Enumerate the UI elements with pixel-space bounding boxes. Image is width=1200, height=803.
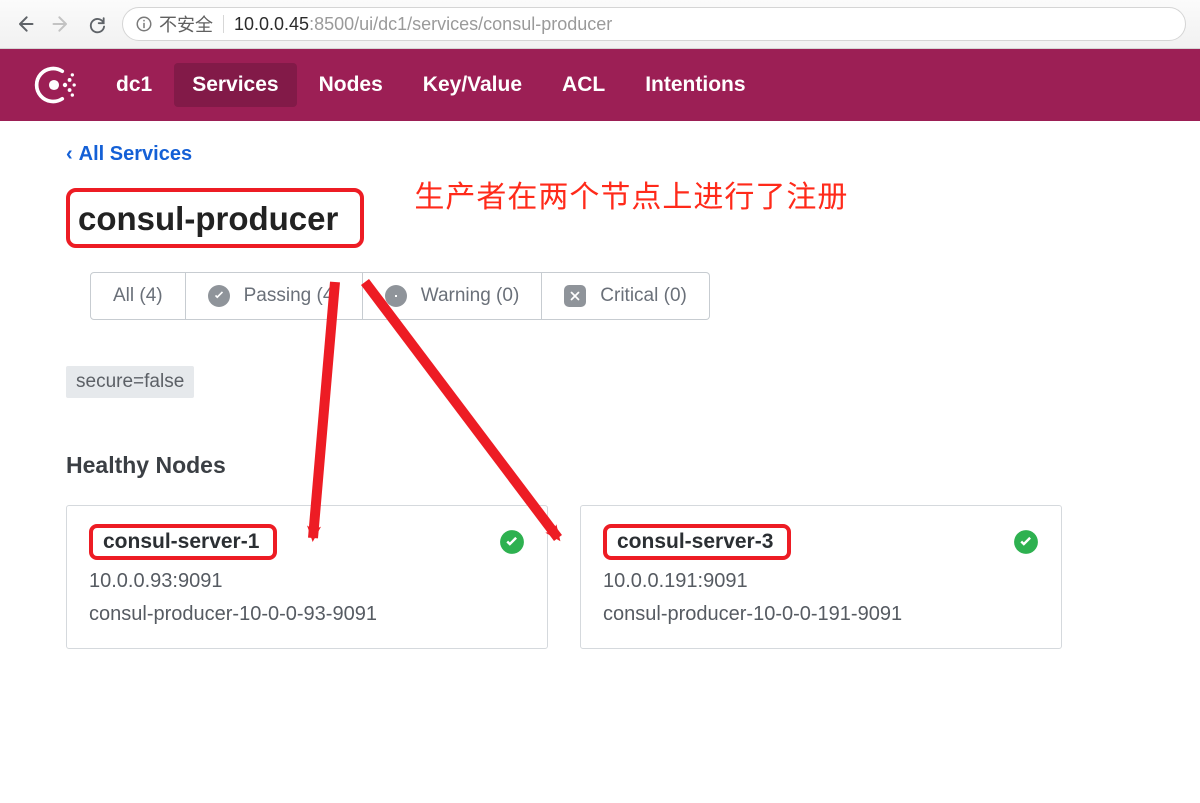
warning-icon (385, 285, 407, 307)
filter-warning[interactable]: Warning (0) (363, 272, 543, 320)
breadcrumb-arrow-icon: ‹ (66, 143, 73, 166)
info-icon (135, 15, 153, 33)
node-cards: consul-server-1 10.0.0.93:9091 consul-pr… (66, 505, 1134, 649)
breadcrumb: ‹ All Services (66, 143, 1134, 166)
reload-button[interactable] (86, 13, 108, 35)
filter-critical[interactable]: Critical (0) (542, 272, 710, 320)
service-title-highlight: consul-producer (66, 188, 364, 248)
node-service-id: consul-producer-10-0-0-93-9091 (89, 603, 525, 626)
nav-services[interactable]: Services (174, 63, 296, 107)
main-nav: dc1 Services Nodes Key/Value ACL Intenti… (98, 63, 764, 107)
node-name-highlight: consul-server-3 (603, 524, 791, 560)
service-tag: secure=false (66, 366, 194, 398)
filter-critical-label: Critical (0) (600, 285, 687, 307)
filter-passing-label: Passing (4) (244, 285, 340, 307)
nav-intentions[interactable]: Intentions (627, 63, 763, 107)
filter-all-label: All (4) (113, 285, 163, 307)
page-body: ‹ All Services consul-producer 生产者在两个节点上… (0, 121, 1200, 671)
node-service-id: consul-producer-10-0-0-191-9091 (603, 603, 1039, 626)
consul-logo[interactable] (30, 61, 78, 109)
insecure-label: 不安全 (159, 11, 213, 37)
forward-button[interactable] (50, 13, 72, 35)
filter-passing[interactable]: Passing (4) (186, 272, 363, 320)
nav-acl[interactable]: ACL (544, 63, 623, 107)
arrow-left-icon (15, 14, 35, 34)
breadcrumb-all-services[interactable]: All Services (79, 143, 192, 166)
node-card[interactable]: consul-server-1 10.0.0.93:9091 consul-pr… (66, 505, 548, 649)
node-name: consul-server-3 (617, 530, 773, 553)
healthy-nodes-heading: Healthy Nodes (66, 452, 1134, 479)
nav-kv[interactable]: Key/Value (405, 63, 540, 107)
node-address: 10.0.0.191:9091 (603, 570, 1039, 593)
nav-datacenter[interactable]: dc1 (98, 63, 170, 107)
site-info[interactable]: 不安全 (135, 11, 213, 37)
back-button[interactable] (14, 13, 36, 35)
app-header: dc1 Services Nodes Key/Value ACL Intenti… (0, 49, 1200, 121)
node-name-highlight: consul-server-1 (89, 524, 277, 560)
node-name: consul-server-1 (103, 530, 259, 553)
healthy-icon (499, 529, 525, 555)
filter-all[interactable]: All (4) (90, 272, 186, 320)
check-icon (208, 285, 230, 307)
service-name: consul-producer (78, 200, 338, 238)
url-text: 10.0.0.45:8500/ui/dc1/services/consul-pr… (234, 14, 612, 35)
annotation-text: 生产者在两个节点上进行了注册 (414, 172, 848, 216)
critical-icon (564, 285, 586, 307)
reload-icon (87, 14, 107, 34)
consul-logo-icon (32, 63, 76, 107)
nav-nodes[interactable]: Nodes (301, 63, 401, 107)
browser-chrome: 不安全 10.0.0.45:8500/ui/dc1/services/consu… (0, 0, 1200, 49)
url-separator (223, 15, 224, 33)
url-bar[interactable]: 不安全 10.0.0.45:8500/ui/dc1/services/consu… (122, 7, 1186, 41)
healthy-icon (1013, 529, 1039, 555)
arrow-right-icon (51, 14, 71, 34)
health-filter-tabs: All (4) Passing (4) Warning (0) Critical… (90, 272, 1134, 320)
node-address: 10.0.0.93:9091 (89, 570, 525, 593)
node-card[interactable]: consul-server-3 10.0.0.191:9091 consul-p… (580, 505, 1062, 649)
filter-warning-label: Warning (0) (421, 285, 520, 307)
